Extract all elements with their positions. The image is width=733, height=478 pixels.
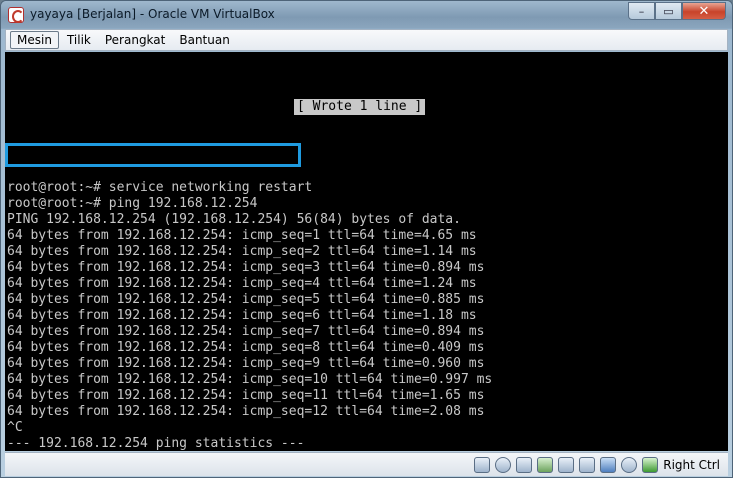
terminal-line: 64 bytes from 192.168.12.254: icmp_seq=9… xyxy=(7,356,485,371)
optical-drive-icon[interactable] xyxy=(495,456,512,473)
window-title: yayaya [Berjalan] - Oracle VM VirtualBox xyxy=(30,7,275,21)
terminal-line: ^C xyxy=(7,420,23,435)
terminal-line: 64 bytes from 192.168.12.254: icmp_seq=1… xyxy=(7,372,493,387)
usb-icon[interactable] xyxy=(516,456,533,473)
virtualbox-app-icon xyxy=(8,7,24,23)
vm-screen[interactable]: [ Wrote 1 line ] root@root:~# service ne… xyxy=(5,52,728,451)
terminal-line: 64 bytes from 192.168.12.254: icmp_seq=2… xyxy=(7,244,477,259)
terminal-line: root@root:~# service networking restart xyxy=(7,180,313,195)
terminal-line: --- 192.168.12.254 ping statistics --- xyxy=(7,436,305,451)
shared-folder-icon[interactable] xyxy=(558,456,575,473)
video-capture-icon[interactable] xyxy=(600,456,617,473)
window-controls: – ▭ ✕ xyxy=(628,2,726,20)
terminal-line: 64 bytes from 192.168.12.254: icmp_seq=4… xyxy=(7,276,477,291)
host-key-arrow-icon xyxy=(642,456,659,473)
terminal-line: 64 bytes from 192.168.12.254: icmp_seq=1… xyxy=(7,404,485,419)
terminal-line: 64 bytes from 192.168.12.254: icmp_seq=1… xyxy=(7,228,477,243)
network-icon[interactable] xyxy=(537,456,554,473)
terminal-line: 64 bytes from 192.168.12.254: icmp_seq=1… xyxy=(7,388,485,403)
minimize-button[interactable]: – xyxy=(628,2,655,20)
terminal-line: PING 192.168.12.254 (192.168.12.254) 56(… xyxy=(7,212,461,227)
title-bar[interactable]: yayaya [Berjalan] - Oracle VM VirtualBox… xyxy=(1,1,732,28)
close-button[interactable]: ✕ xyxy=(682,2,726,20)
terminal-line: 64 bytes from 192.168.12.254: icmp_seq=3… xyxy=(7,260,485,275)
menu-mesin[interactable]: Mesin xyxy=(10,31,59,49)
terminal-line: 64 bytes from 192.168.12.254: icmp_seq=7… xyxy=(7,324,485,339)
menu-tilik[interactable]: Tilik xyxy=(61,32,97,48)
maximize-button[interactable]: ▭ xyxy=(655,2,682,20)
hard-disk-icon[interactable] xyxy=(474,456,491,473)
menu-bar: Mesin Tilik Perangkat Bantuan xyxy=(5,29,728,51)
display-icon[interactable] xyxy=(579,456,596,473)
menu-perangkat[interactable]: Perangkat xyxy=(99,32,172,48)
mouse-integration-icon[interactable] xyxy=(621,456,638,473)
status-bar: Right Ctrl xyxy=(5,452,728,476)
menu-bantuan[interactable]: Bantuan xyxy=(173,32,235,48)
terminal-line: 64 bytes from 192.168.12.254: icmp_seq=8… xyxy=(7,340,485,355)
terminal-line: root@root:~# ping 192.168.12.254 xyxy=(7,196,258,211)
host-key-label: Right Ctrl xyxy=(663,457,720,472)
terminal-output: root@root:~# service networking restart r… xyxy=(7,52,727,451)
terminal-line: 64 bytes from 192.168.12.254: icmp_seq=5… xyxy=(7,292,485,307)
terminal-line: 64 bytes from 192.168.12.254: icmp_seq=6… xyxy=(7,308,477,323)
virtualbox-window: yayaya [Berjalan] - Oracle VM VirtualBox… xyxy=(0,0,733,478)
